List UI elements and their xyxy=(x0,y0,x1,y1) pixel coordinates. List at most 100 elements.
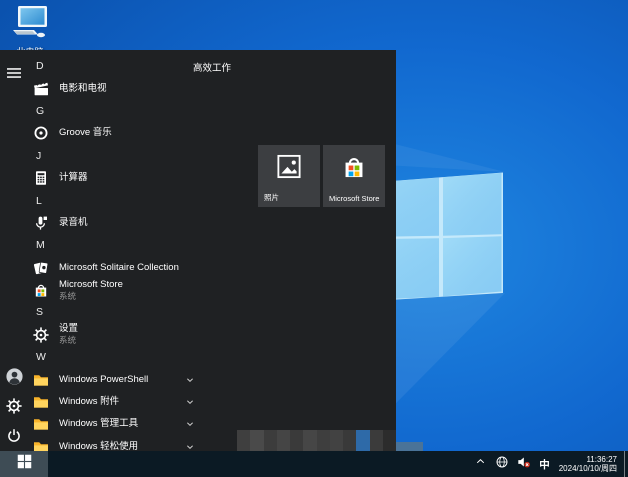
expand-chevron[interactable] xyxy=(184,374,196,386)
tile-microsoft-store[interactable]: Microsoft Store xyxy=(323,145,385,207)
power-icon xyxy=(6,428,22,444)
gear-icon xyxy=(33,327,49,343)
mosaic-block xyxy=(382,430,396,451)
section-letter: M xyxy=(36,239,45,252)
volume-muted-icon xyxy=(517,455,531,474)
icon-box xyxy=(33,125,49,141)
icon-box xyxy=(33,215,49,231)
store-icon xyxy=(33,282,49,298)
app-text: 电影和电视 xyxy=(59,83,107,94)
app-text: 设置 系统 xyxy=(59,324,78,346)
network-button[interactable] xyxy=(494,451,510,477)
app-list-section-G[interactable]: G xyxy=(26,100,198,122)
mosaic-block xyxy=(316,430,330,451)
app-list-section-J[interactable]: J xyxy=(26,145,198,167)
app-label: Microsoft Solitaire Collection xyxy=(59,261,179,273)
start-button[interactable] xyxy=(0,451,48,477)
app-list-section-D[interactable]: D xyxy=(26,55,198,77)
show-desktop-button[interactable] xyxy=(624,451,628,477)
app-label: Groove 音乐 xyxy=(59,127,112,139)
app-item-solitaire-collection[interactable]: Microsoft Solitaire Collection xyxy=(26,257,198,279)
rail-button-expand[interactable] xyxy=(0,58,28,88)
section-letter: J xyxy=(36,149,42,162)
app-text: 计算器 xyxy=(59,173,88,183)
chevron-down-icon xyxy=(184,418,196,430)
clock[interactable]: 11:36:27 2024/10/10/周四 xyxy=(559,455,617,474)
hamburger-icon xyxy=(6,65,22,81)
mosaic-block xyxy=(290,430,304,451)
section-letter: G xyxy=(36,104,45,117)
windows-logo-icon xyxy=(17,454,32,474)
app-item-calculator[interactable]: 计算器 xyxy=(26,167,198,189)
icon-box xyxy=(33,282,49,298)
movies-tv-icon xyxy=(33,81,49,97)
app-list-section-M[interactable]: M xyxy=(26,234,198,256)
user-icon xyxy=(5,367,23,385)
hidden-icons-button[interactable] xyxy=(472,451,488,477)
icon-box xyxy=(33,416,49,432)
rail-button-user[interactable] xyxy=(0,361,28,391)
app-item-windows-accessories[interactable]: Windows 附件 xyxy=(26,391,198,413)
app-item-groove-music[interactable]: Groove 音乐 xyxy=(26,122,198,144)
icon-box xyxy=(33,327,49,343)
app-item-windows-admin-tools[interactable]: Windows 管理工具 xyxy=(26,413,198,435)
chevron-down-icon xyxy=(184,374,196,386)
app-list-section-S[interactable]: S xyxy=(26,301,198,323)
app-list-section-L[interactable]: L xyxy=(26,189,198,211)
app-text: Windows 附件 xyxy=(59,397,119,407)
mosaic-block xyxy=(237,430,251,451)
expand-chevron[interactable] xyxy=(184,418,196,430)
folder-icon xyxy=(33,416,49,432)
mosaic-block xyxy=(276,430,290,451)
rail-button-power[interactable] xyxy=(0,421,28,451)
icon-box xyxy=(33,170,49,186)
mosaic-block xyxy=(329,430,343,451)
mosaic-block xyxy=(369,430,383,451)
icon-box xyxy=(33,394,49,410)
expand-chevron[interactable] xyxy=(184,396,196,408)
app-text: Groove 音乐 xyxy=(59,128,112,138)
app-label: Windows PowerShell xyxy=(59,373,149,385)
app-label: 计算器 xyxy=(59,172,88,184)
clock-time: 11:36:27 xyxy=(586,454,617,464)
mosaic-block xyxy=(263,430,277,451)
app-text: Windows PowerShell xyxy=(59,373,149,385)
app-text: Microsoft Solitaire Collection xyxy=(59,261,179,273)
globe-network-icon xyxy=(495,455,509,474)
app-item-movies-tv[interactable]: 电影和电视 xyxy=(26,77,198,99)
app-label: 录音机 xyxy=(59,216,88,228)
section-letter: L xyxy=(36,194,42,207)
app-item-settings[interactable]: 设置 系统 xyxy=(26,324,198,346)
photos-icon xyxy=(276,154,302,185)
solitaire-icon xyxy=(33,260,49,276)
app-item-microsoft-store[interactable]: Microsoft Store 系统 xyxy=(26,279,198,301)
tile-group-label[interactable]: 高效工作 xyxy=(193,60,231,74)
app-text: Microsoft Store 系统 xyxy=(59,278,123,301)
folder-icon xyxy=(33,372,49,388)
voice-recorder-icon xyxy=(33,215,49,231)
app-text: Windows 管理工具 xyxy=(59,419,138,429)
chevron-down-icon xyxy=(184,396,196,408)
volume-button[interactable] xyxy=(516,451,532,477)
rail-button-settings[interactable] xyxy=(0,391,28,421)
app-label: Microsoft Store xyxy=(59,278,123,290)
chevron-up-icon xyxy=(474,455,487,473)
app-text: 录音机 xyxy=(59,216,88,228)
screen: 此电脑 D电影和电视GGroove 音乐J计算器L录音机MMicrosoft S… xyxy=(0,0,628,477)
tile-label: 照片 xyxy=(264,193,279,202)
icon-box xyxy=(33,372,49,388)
folder-icon xyxy=(33,394,49,410)
tile-photos[interactable]: 照片 xyxy=(258,145,320,207)
app-list-section-W[interactable]: W xyxy=(26,346,198,368)
app-item-voice-recorder[interactable]: 录音机 xyxy=(26,212,198,234)
app-item-windows-powershell[interactable]: Windows PowerShell xyxy=(26,368,198,390)
clock-date: 2024/10/10/周四 xyxy=(558,464,617,473)
start-menu-app-list: D 电影和电视 G Groove 音乐 J 计算器 L 录音机 M Microsoft Solit… xyxy=(26,55,198,458)
app-subtitle: 系统 xyxy=(59,290,77,301)
taskbar: 中 11:36:27 2024/10/10/周四 xyxy=(0,451,628,477)
ime-indicator[interactable]: 中 xyxy=(539,457,550,472)
mosaic-block xyxy=(303,430,317,451)
app-subtitle: 系统 xyxy=(59,335,77,346)
section-letter: W xyxy=(36,351,46,364)
app-label: Windows 管理工具 xyxy=(59,418,139,430)
